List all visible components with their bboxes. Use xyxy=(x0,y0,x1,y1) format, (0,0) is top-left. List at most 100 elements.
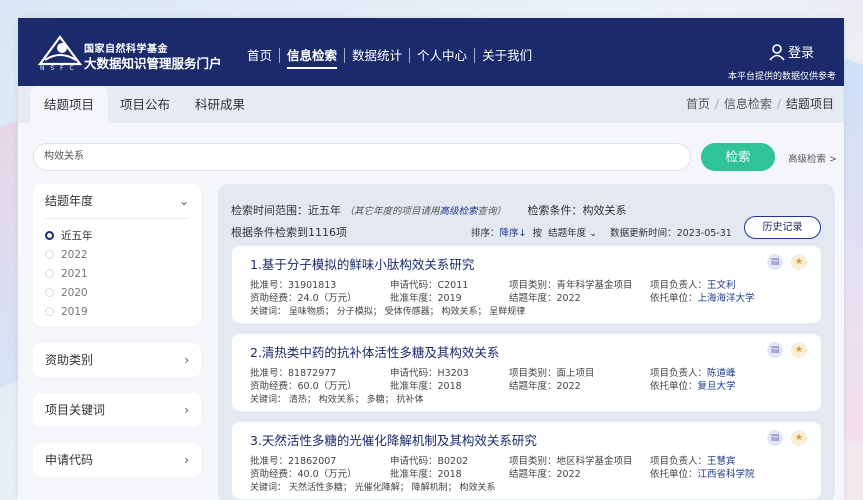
result-title[interactable]: 2.清热类中药的抗补体活性多糖及其构效关系 xyxy=(250,342,499,361)
year-option-2019[interactable]: 2019 xyxy=(33,302,201,321)
funding: 资助经费：40.0（万元） xyxy=(250,469,357,480)
nav-home[interactable]: 首页 xyxy=(240,48,281,63)
funding: 资助经费：60.0（万元） xyxy=(250,381,357,392)
tab-project-announcements[interactable]: 项目公布 xyxy=(120,86,170,123)
advanced-search-link[interactable]: 高级检索 > xyxy=(788,151,837,165)
year-option-label: 2019 xyxy=(61,305,88,318)
year-option-2021[interactable]: 2021 xyxy=(33,264,201,283)
sort-field-value: 结题年度 xyxy=(548,228,587,239)
end-year: 结题年度：2022 xyxy=(509,293,581,304)
logo-abbreviation: N S F C xyxy=(40,65,76,72)
approval-year: 批准年度：2018 xyxy=(390,469,462,480)
search-button[interactable]: 检索 xyxy=(701,143,775,171)
host-organization: 依托单位：上海海洋大学 xyxy=(650,290,755,304)
data-notice: 本平台提供的数据仅供参考 xyxy=(727,72,836,82)
result-count: 根据条件检索到1116项 xyxy=(231,226,347,239)
sort-by-label: 按 xyxy=(532,228,543,239)
host-org-link[interactable]: 上海海洋大学 xyxy=(698,293,755,304)
nav-personal-center[interactable]: 个人中心 xyxy=(410,48,476,63)
host-org-label: 依托单位： xyxy=(650,293,698,304)
project-type: 项目类别：青年科学基金项目 xyxy=(509,277,633,291)
year-option-label: 2021 xyxy=(61,267,88,280)
result-item: 1.基于分子模拟的鲜味小肽构效关系研究 ▤ ★ 批准号：31901813 申请代… xyxy=(232,246,821,323)
app-window: N S F C 国家自然科学基金 大数据知识管理服务门户 首页 信息检索 数据统… xyxy=(18,18,844,500)
result-keywords: 关键词： 清热； 构效关系； 多糖； 抗补体 xyxy=(250,395,424,405)
filter-project-keywords[interactable]: 项目关键词 › xyxy=(33,393,201,427)
host-org-label: 依托单位： xyxy=(650,469,698,480)
approval-number: 批准号：21862007 xyxy=(250,456,337,467)
user-icon xyxy=(769,43,785,61)
approval-year: 批准年度：2019 xyxy=(390,293,462,304)
advanced-search-inline-link[interactable]: 高级检索 xyxy=(440,206,478,217)
document-icon[interactable]: ▤ xyxy=(767,342,783,358)
filter-apply-code-label: 申请代码 xyxy=(45,453,94,467)
end-year: 结题年度：2022 xyxy=(509,469,581,480)
chevron-down-icon: ⌄ xyxy=(589,228,598,239)
sort-bar: 排序：降序↓ 按 结题年度 ⌄ 数据更新时间：2023-05-31 xyxy=(471,225,732,239)
result-title[interactable]: 3.天然活性多糖的光催化降解机制及其构效关系研究 xyxy=(250,430,537,449)
result-title[interactable]: 1.基于分子模拟的鲜味小肽构效关系研究 xyxy=(250,254,474,273)
document-icon[interactable]: ▤ xyxy=(767,254,783,270)
apply-code: 申请代码：H3203 xyxy=(390,368,469,379)
tab-research-results[interactable]: 科研成果 xyxy=(195,86,245,123)
breadcrumb-home[interactable]: 首页 xyxy=(686,97,710,111)
host-org-link[interactable]: 复旦大学 xyxy=(698,381,736,392)
filter-end-year-title: 结题年度 xyxy=(45,194,94,208)
result-actions: ▤ ★ xyxy=(767,342,807,358)
results-panel: 检索时间范围：近五年 （其它年度的项目请用高级检索查询） 检索条件：构效关系 根… xyxy=(218,184,835,500)
main-nav: 首页 信息检索 数据统计 个人中心 关于我们 xyxy=(240,48,539,69)
host-org-link[interactable]: 江西省科学院 xyxy=(698,469,755,480)
project-type: 项目类别：地区科学基金项目 xyxy=(509,453,633,467)
filter-funding-type[interactable]: 资助类别 › xyxy=(33,343,201,377)
result-actions: ▤ ★ xyxy=(767,430,807,446)
filter-keywords-label: 项目关键词 xyxy=(45,403,106,417)
nav-statistics[interactable]: 数据统计 xyxy=(345,48,411,63)
trophy-icon[interactable]: ★ xyxy=(791,342,807,358)
trophy-icon[interactable]: ★ xyxy=(791,430,807,446)
result-keywords: 关键词： 天然活性多糖； 光催化降解； 降解机制； 构效关系 xyxy=(250,483,496,493)
apply-code: 申请代码：C2011 xyxy=(390,280,469,291)
search-input[interactable]: 构效关系 xyxy=(33,143,691,171)
nav-info-search[interactable]: 信息检索 xyxy=(280,48,346,69)
radio xyxy=(45,288,54,297)
project-leader: 项目负责人：王文利 xyxy=(650,277,736,291)
breadcrumb-info-search[interactable]: 信息检索 xyxy=(724,97,772,111)
radio-selected xyxy=(45,231,54,240)
tab-completed-projects[interactable]: 结题项目 xyxy=(30,86,109,123)
nav-about-us[interactable]: 关于我们 xyxy=(475,48,539,63)
login-button[interactable]: 登录 xyxy=(768,42,814,61)
project-type: 项目类别：面上项目 xyxy=(509,365,595,379)
radio xyxy=(45,269,54,278)
breadcrumb: 首页 / 信息检索 / 结题项目 xyxy=(685,97,834,111)
year-option-recent-five[interactable]: 近五年 xyxy=(33,226,201,245)
result-item: 2.清热类中药的抗补体活性多糖及其构效关系 ▤ ★ 批准号：81872977 申… xyxy=(232,334,821,411)
project-leader: 项目负责人：王慧宾 xyxy=(650,453,736,467)
data-update-time: 数据更新时间：2023-05-31 xyxy=(610,228,732,239)
funding: 资助经费：24.0（万元） xyxy=(250,293,357,304)
login-label: 登录 xyxy=(787,46,814,61)
trophy-icon[interactable]: ★ xyxy=(791,254,807,270)
search-range: 检索时间范围：近五年 xyxy=(231,204,341,217)
sort-label: 排序： xyxy=(471,228,500,239)
history-button[interactable]: 历史记录 xyxy=(744,216,821,239)
filter-funding-type-label: 资助类别 xyxy=(45,353,94,367)
chevron-right-icon: › xyxy=(184,353,189,367)
search-range-info: 检索时间范围：近五年 （其它年度的项目请用高级检索查询） 检索条件：构效关系 xyxy=(231,202,627,218)
filter-apply-code[interactable]: 申请代码 › xyxy=(33,443,201,477)
sort-field-select[interactable]: 结题年度 ⌄ xyxy=(548,228,597,239)
year-option-2022[interactable]: 2022 xyxy=(33,245,201,264)
chevron-right-icon: › xyxy=(184,403,189,417)
apply-code: 申请代码：B0202 xyxy=(390,456,469,467)
search-condition: 检索条件：构效关系 xyxy=(527,204,627,217)
result-actions: ▤ ★ xyxy=(767,254,807,270)
year-option-label: 近五年 xyxy=(61,230,93,242)
chevron-right-icon: › xyxy=(184,453,189,467)
sort-order-toggle[interactable]: 降序↓ xyxy=(500,228,527,239)
filter-end-year-header[interactable]: 结题年度 ⌄ xyxy=(33,184,201,218)
document-icon[interactable]: ▤ xyxy=(767,430,783,446)
range-note-post: 查询） xyxy=(477,206,507,217)
top-header: N S F C 国家自然科学基金 大数据知识管理服务门户 首页 信息检索 数据统… xyxy=(18,18,844,86)
approval-year: 批准年度：2018 xyxy=(390,381,462,392)
host-organization: 依托单位：江西省科学院 xyxy=(650,466,755,480)
year-option-2020[interactable]: 2020 xyxy=(33,283,201,302)
